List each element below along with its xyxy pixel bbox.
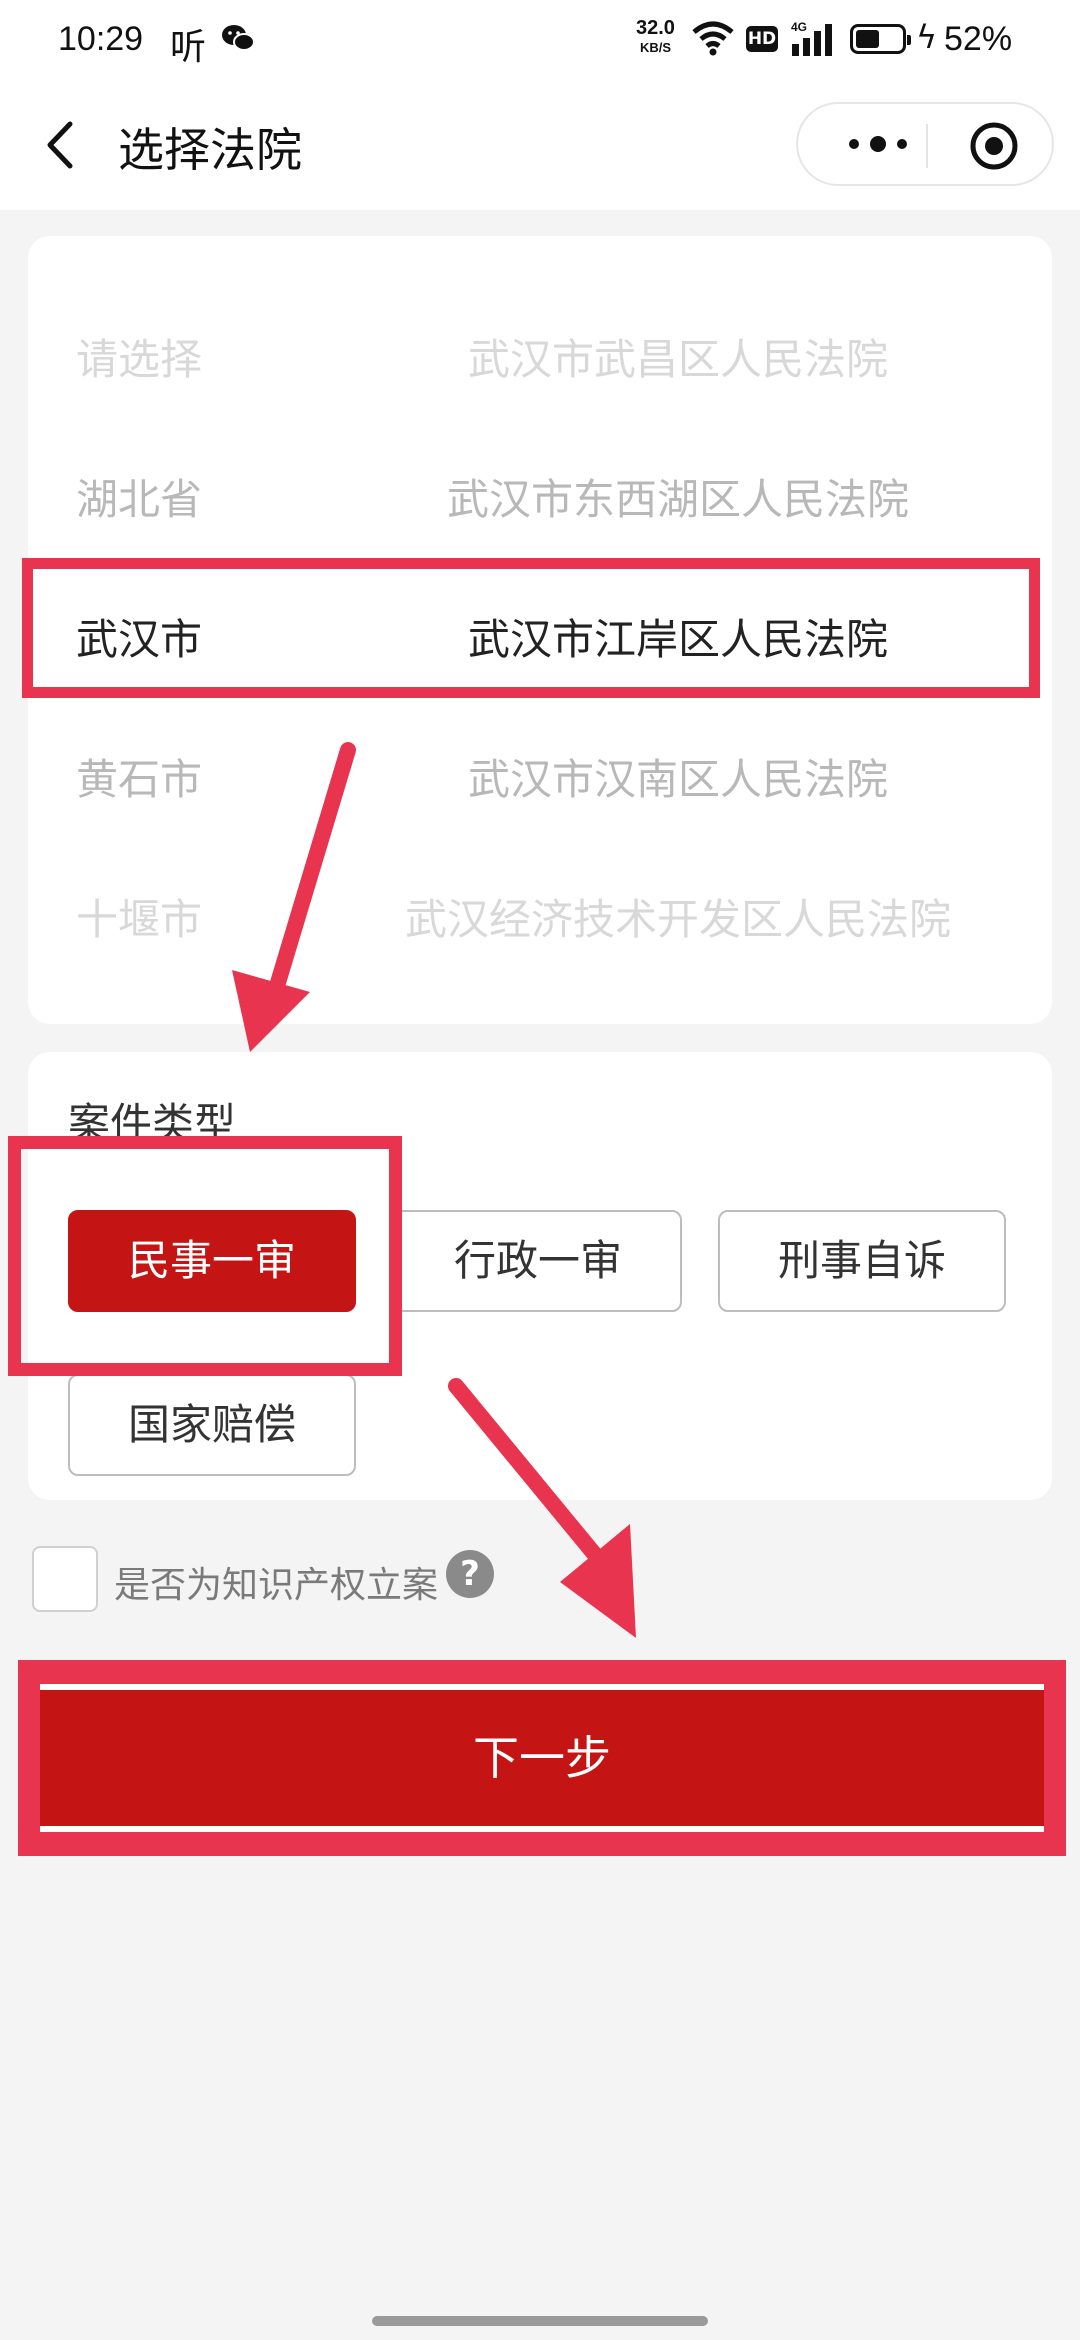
ip-filing-checkbox[interactable] bbox=[32, 1546, 98, 1612]
net-speed: 32.0 KB/S bbox=[636, 18, 675, 58]
ip-filing-label: 是否为知识产权立案 bbox=[114, 1565, 439, 1606]
network-type: 4G bbox=[791, 20, 807, 34]
battery-fill bbox=[856, 30, 879, 48]
picker-row[interactable]: 黄石市 武汉市汉南区人民法院 bbox=[28, 700, 1052, 840]
mini-program-capsule bbox=[796, 102, 1054, 186]
court-option[interactable]: 武汉市武昌区人民法院 bbox=[358, 326, 998, 387]
net-speed-value: 32.0 bbox=[636, 17, 675, 39]
net-speed-unit: KB/S bbox=[639, 40, 671, 55]
home-indicator[interactable] bbox=[372, 2316, 708, 2326]
status-time: 10:29 bbox=[58, 20, 144, 58]
battery-percent: 52% bbox=[944, 20, 1013, 58]
court-option[interactable]: 武汉市东西湖区人民法院 bbox=[358, 466, 998, 527]
target-icon[interactable] bbox=[968, 120, 1020, 172]
case-type-state-compensation-button[interactable]: 国家赔偿 bbox=[68, 1374, 356, 1476]
more-dots-icon[interactable] bbox=[838, 124, 918, 164]
wechat-icon bbox=[222, 25, 255, 51]
listen-icon: 听 bbox=[170, 27, 207, 68]
back-arrow-icon[interactable] bbox=[40, 120, 84, 170]
next-button[interactable]: 下一步 bbox=[40, 1684, 1044, 1832]
province-option[interactable]: 请选择 bbox=[76, 326, 202, 387]
signal-icon: 4G bbox=[791, 20, 832, 56]
status-bar: 10:29 听 32.0 KB/S HD 4G ϟ 52% bbox=[0, 0, 1080, 80]
picker-row[interactable]: 十堰市 武汉经济技术开发区人民法院 bbox=[28, 840, 1052, 980]
case-type-admin-first-button[interactable]: 行政一审 bbox=[394, 1210, 682, 1312]
help-icon[interactable]: ? bbox=[446, 1550, 494, 1598]
court-option[interactable]: 武汉市汉南区人民法院 bbox=[358, 746, 998, 807]
battery-icon bbox=[850, 24, 911, 54]
page-title: 选择法院 bbox=[118, 123, 302, 177]
case-type-private-prosecution-button[interactable]: 刑事自诉 bbox=[718, 1210, 1006, 1312]
case-type-highlight-box bbox=[8, 1136, 402, 1376]
province-option[interactable]: 湖北省 bbox=[76, 466, 202, 527]
picker-row[interactable]: 请选择 武汉市武昌区人民法院 bbox=[28, 280, 1052, 420]
court-option[interactable]: 武汉经济技术开发区人民法院 bbox=[358, 886, 998, 947]
charging-icon: ϟ bbox=[916, 18, 938, 56]
picker-row[interactable]: 湖北省 武汉市东西湖区人民法院 bbox=[28, 420, 1052, 560]
nav-bar: 选择法院 bbox=[0, 80, 1080, 210]
wifi-icon bbox=[692, 21, 734, 56]
selection-highlight-box bbox=[22, 558, 1040, 698]
capsule-divider bbox=[926, 124, 928, 168]
hd-badge: HD bbox=[746, 26, 778, 52]
province-option[interactable]: 十堰市 bbox=[76, 886, 202, 947]
province-option[interactable]: 黄石市 bbox=[76, 746, 202, 807]
